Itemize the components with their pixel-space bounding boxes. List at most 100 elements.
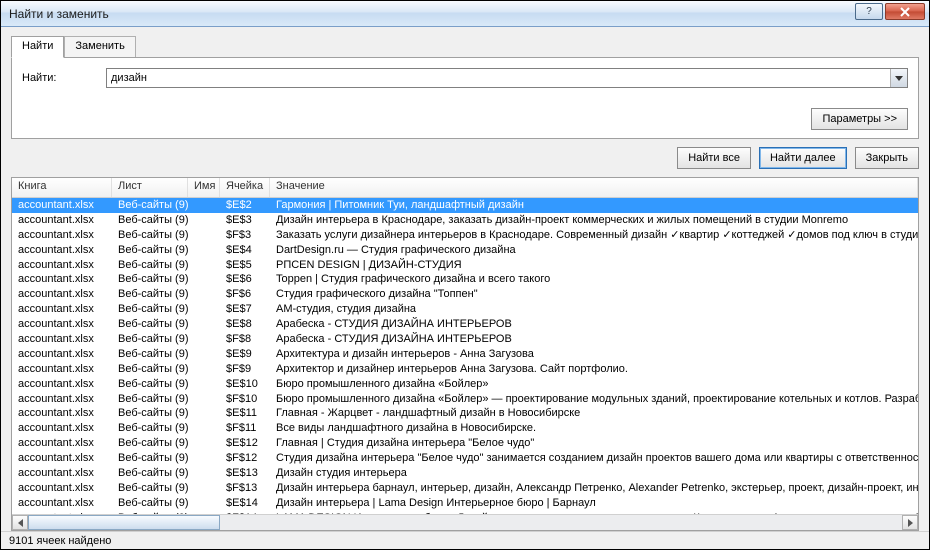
result-row[interactable]: accountant.xlsxВеб-сайты (9)$E$6Toppen |… xyxy=(12,272,918,287)
col-name[interactable]: Имя xyxy=(188,178,220,197)
cell-book: accountant.xlsx xyxy=(12,258,112,273)
result-row[interactable]: accountant.xlsxВеб-сайты (9)$E$3Дизайн и… xyxy=(12,213,918,228)
cell-book: accountant.xlsx xyxy=(12,332,112,347)
cell-sheet: Веб-сайты (9) xyxy=(112,317,188,332)
scroll-thumb[interactable] xyxy=(28,515,220,530)
status-bar: 9101 ячеек найдено xyxy=(1,531,929,549)
result-row[interactable]: accountant.xlsxВеб-сайты (9)$E$11Главная… xyxy=(12,406,918,421)
result-row[interactable]: accountant.xlsxВеб-сайты (9)$E$10Бюро пр… xyxy=(12,377,918,392)
h-scrollbar[interactable] xyxy=(12,514,918,530)
result-row[interactable]: accountant.xlsxВеб-сайты (9)$E$13Дизайн … xyxy=(12,466,918,481)
results-body[interactable]: accountant.xlsxВеб-сайты (9)$E$2Гармония… xyxy=(12,198,918,514)
scroll-left-button[interactable] xyxy=(12,515,28,530)
find-next-button[interactable]: Найти далее xyxy=(759,147,847,169)
result-row[interactable]: accountant.xlsxВеб-сайты (9)$F$8Арабеска… xyxy=(12,332,918,347)
result-row[interactable]: accountant.xlsxВеб-сайты (9)$F$6Студия г… xyxy=(12,287,918,302)
chevron-left-icon xyxy=(18,519,23,527)
cell-book: accountant.xlsx xyxy=(12,272,112,287)
col-value[interactable]: Значение xyxy=(270,178,918,197)
cell-name xyxy=(188,481,220,496)
cell-book: accountant.xlsx xyxy=(12,466,112,481)
options-button[interactable]: Параметры >> xyxy=(811,108,908,130)
cell-cell: $E$8 xyxy=(220,317,270,332)
cell-cell: $F$11 xyxy=(220,421,270,436)
cell-cell: $F$10 xyxy=(220,392,270,407)
result-row[interactable]: accountant.xlsxВеб-сайты (9)$E$4DartDesi… xyxy=(12,243,918,258)
cell-value: Дизайн интерьера | Lama Design Интерьерн… xyxy=(270,496,918,511)
cell-cell: $E$7 xyxy=(220,302,270,317)
cell-value: Дизайн студия интерьера xyxy=(270,466,918,481)
close-window-button[interactable] xyxy=(885,3,925,20)
cell-book: accountant.xlsx xyxy=(12,392,112,407)
cell-book: accountant.xlsx xyxy=(12,421,112,436)
col-book[interactable]: Книга xyxy=(12,178,112,197)
cell-sheet: Веб-сайты (9) xyxy=(112,466,188,481)
status-text: 9101 ячеек найдено xyxy=(9,535,111,547)
cell-sheet: Веб-сайты (9) xyxy=(112,272,188,287)
help-button[interactable]: ? xyxy=(855,3,883,20)
cell-book: accountant.xlsx xyxy=(12,317,112,332)
cell-cell: $F$12 xyxy=(220,451,270,466)
cell-name xyxy=(188,332,220,347)
cell-value: Студия дизайна интерьера "Белое чудо" за… xyxy=(270,451,918,466)
col-cell[interactable]: Ячейка xyxy=(220,178,270,197)
result-row[interactable]: accountant.xlsxВеб-сайты (9)$F$3Заказать… xyxy=(12,228,918,243)
cell-book: accountant.xlsx xyxy=(12,406,112,421)
find-input[interactable] xyxy=(107,69,890,87)
result-row[interactable]: accountant.xlsxВеб-сайты (9)$E$5PПCEN DE… xyxy=(12,258,918,273)
cell-name xyxy=(188,302,220,317)
result-row[interactable]: accountant.xlsxВеб-сайты (9)$F$13Дизайн … xyxy=(12,481,918,496)
cell-cell: $E$3 xyxy=(220,213,270,228)
tab-panel: Найти: Параметры >> xyxy=(11,57,919,139)
find-dropdown-button[interactable] xyxy=(890,69,907,87)
cell-sheet: Веб-сайты (9) xyxy=(112,362,188,377)
cell-name xyxy=(188,198,220,213)
close-icon xyxy=(899,7,911,17)
cell-name xyxy=(188,243,220,258)
cell-name xyxy=(188,272,220,287)
cell-sheet: Веб-сайты (9) xyxy=(112,258,188,273)
tab-strip: Найти Заменить xyxy=(11,35,919,57)
cell-sheet: Веб-сайты (9) xyxy=(112,213,188,228)
close-button[interactable]: Закрыть xyxy=(855,147,919,169)
cell-cell: $E$11 xyxy=(220,406,270,421)
cell-book: accountant.xlsx xyxy=(12,198,112,213)
cell-cell: $F$14 xyxy=(220,511,270,514)
title-bar: Найти и заменить ? xyxy=(1,1,929,27)
cell-book: accountant.xlsx xyxy=(12,481,112,496)
find-combo[interactable] xyxy=(106,68,908,88)
cell-value: Архитектор и дизайнер интерьеров Анна За… xyxy=(270,362,918,377)
tab-replace[interactable]: Заменить xyxy=(64,36,135,58)
cell-value: Бюро промышленного дизайна «Бойлер» — пр… xyxy=(270,392,918,407)
result-row[interactable]: accountant.xlsxВеб-сайты (9)$E$12Главная… xyxy=(12,436,918,451)
result-row[interactable]: accountant.xlsxВеб-сайты (9)$F$9Архитект… xyxy=(12,362,918,377)
cell-name xyxy=(188,362,220,377)
cell-sheet: Веб-сайты (9) xyxy=(112,406,188,421)
result-row[interactable]: accountant.xlsxВеб-сайты (9)$E$7АМ-студи… xyxy=(12,302,918,317)
result-row[interactable]: accountant.xlsxВеб-сайты (9)$E$2Гармония… xyxy=(12,198,918,213)
cell-book: accountant.xlsx xyxy=(12,287,112,302)
result-row[interactable]: accountant.xlsxВеб-сайты (9)$F$14LAMA DE… xyxy=(12,511,918,514)
cell-sheet: Веб-сайты (9) xyxy=(112,436,188,451)
result-row[interactable]: accountant.xlsxВеб-сайты (9)$F$12Студия … xyxy=(12,451,918,466)
find-all-button[interactable]: Найти все xyxy=(677,147,751,169)
cell-sheet: Веб-сайты (9) xyxy=(112,496,188,511)
cell-cell: $E$10 xyxy=(220,377,270,392)
cell-book: accountant.xlsx xyxy=(12,451,112,466)
scroll-right-button[interactable] xyxy=(902,515,918,530)
result-row[interactable]: accountant.xlsxВеб-сайты (9)$F$11Все вид… xyxy=(12,421,918,436)
tab-find[interactable]: Найти xyxy=(11,36,64,58)
result-row[interactable]: accountant.xlsxВеб-сайты (9)$E$8Арабеска… xyxy=(12,317,918,332)
cell-name xyxy=(188,228,220,243)
result-row[interactable]: accountant.xlsxВеб-сайты (9)$E$9Архитект… xyxy=(12,347,918,362)
col-sheet[interactable]: Лист xyxy=(112,178,188,197)
result-row[interactable]: accountant.xlsxВеб-сайты (9)$F$10Бюро пр… xyxy=(12,392,918,407)
cell-value: DartDesign.ru — Студия графического диза… xyxy=(270,243,918,258)
cell-sheet: Веб-сайты (9) xyxy=(112,302,188,317)
cell-name xyxy=(188,213,220,228)
cell-name xyxy=(188,347,220,362)
scroll-track[interactable] xyxy=(28,515,902,530)
cell-book: accountant.xlsx xyxy=(12,302,112,317)
result-row[interactable]: accountant.xlsxВеб-сайты (9)$E$14Дизайн … xyxy=(12,496,918,511)
cell-value: Дизайн интерьера в Краснодаре, заказать … xyxy=(270,213,918,228)
